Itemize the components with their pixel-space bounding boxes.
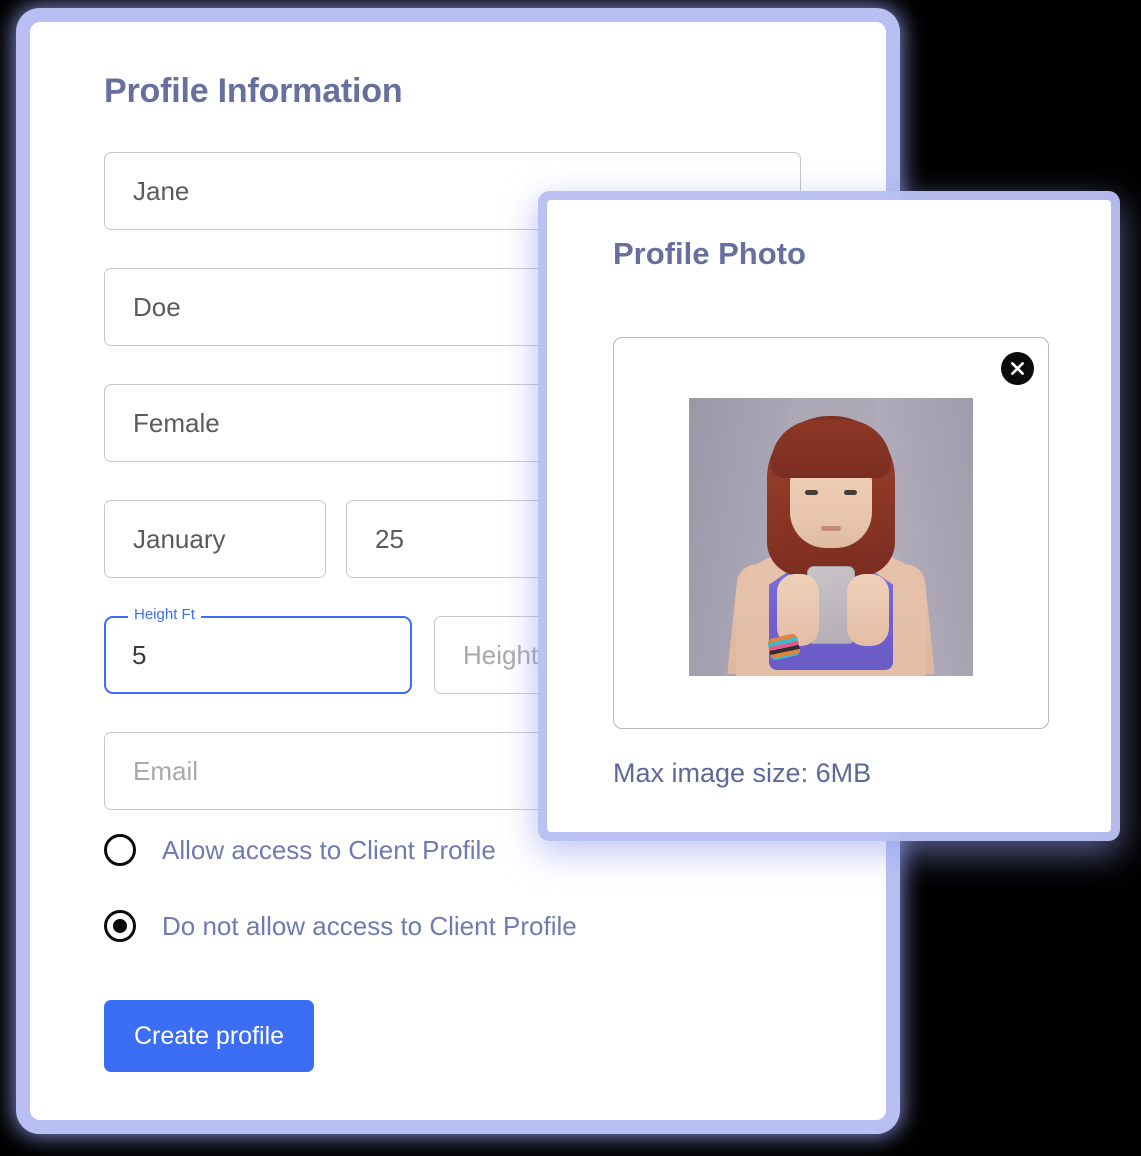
birth-month-input[interactable]: January bbox=[104, 500, 326, 578]
max-image-size-text: Max image size: 6MB bbox=[613, 758, 872, 788]
radio-disallow-access-label: Do not allow access to Client Profile bbox=[162, 910, 577, 941]
create-profile-button[interactable]: Create profile bbox=[104, 1000, 314, 1072]
radio-allow-access-label: Allow access to Client Profile bbox=[162, 834, 496, 865]
height-ft-value: 5 bbox=[132, 639, 147, 670]
radio-disallow-access[interactable]: Do not allow access to Client Profile bbox=[104, 910, 577, 942]
photo-dropzone[interactable] bbox=[613, 337, 1049, 729]
profile-photo-panel: Profile Photo Max image size: 6MB bbox=[547, 200, 1111, 832]
radio-unchecked-icon[interactable] bbox=[104, 834, 136, 866]
birth-day-input[interactable]: 25 bbox=[346, 500, 568, 578]
screen: Profile Information Jane Doe Female Janu… bbox=[0, 0, 1141, 1156]
close-icon[interactable] bbox=[1001, 352, 1034, 385]
page-title: Profile Information bbox=[104, 72, 403, 110]
height-ft-label: Height Ft bbox=[128, 607, 201, 622]
profile-photo-thumbnail bbox=[689, 398, 973, 676]
radio-checked-icon[interactable] bbox=[104, 910, 136, 942]
height-ft-input[interactable]: Height Ft 5 bbox=[104, 607, 412, 694]
profile-photo-title: Profile Photo bbox=[613, 236, 806, 271]
radio-allow-access[interactable]: Allow access to Client Profile bbox=[104, 834, 496, 866]
